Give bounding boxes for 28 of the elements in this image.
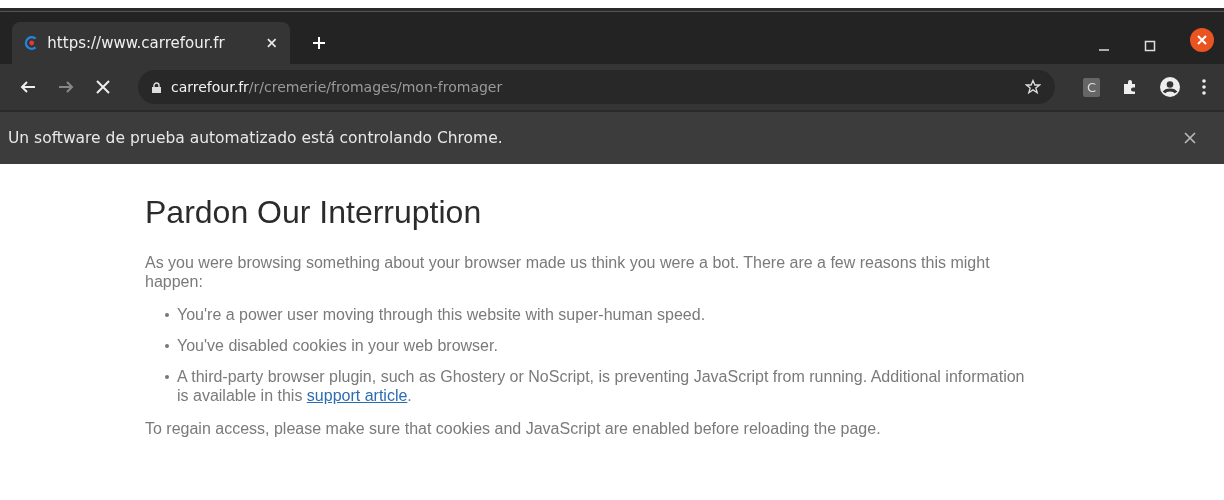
stop-icon[interactable] — [96, 80, 110, 94]
support-article-link[interactable]: support article — [306, 387, 408, 404]
forward-icon[interactable] — [58, 79, 74, 95]
new-tab-icon[interactable] — [312, 36, 326, 50]
reason-text: A third-party browser plugin, such as Ghostery or NoScript, is preventing JavaScript from running. Additional information is available in this support article. — [177, 367, 1025, 405]
close-icon[interactable] — [1184, 132, 1196, 144]
tab-title: https://www.carrefour.fr — [47, 34, 226, 52]
maximize-icon[interactable] — [1144, 40, 1156, 52]
browser-tab[interactable]: https://www.carrefour.fr — [12, 22, 290, 64]
lock-icon — [152, 81, 161, 93]
close-icon[interactable] — [1190, 28, 1214, 52]
bullet-icon — [165, 344, 169, 348]
reason-text: You've disabled cookies in your web browser. — [177, 336, 498, 355]
star-icon[interactable] — [1024, 79, 1041, 95]
extension-button[interactable]: C — [1082, 77, 1100, 97]
bullet-icon — [165, 375, 169, 379]
closing-paragraph: To regain access, please make sure that cookies and JavaScript are enabled before reloading the page. — [145, 419, 882, 438]
reason-text: You're a power user moving through this website with super-human speed. — [177, 305, 706, 324]
menu-icon[interactable] — [1202, 79, 1206, 95]
profile-icon[interactable] — [1160, 77, 1180, 97]
back-icon[interactable] — [20, 79, 36, 95]
address-bar[interactable]: carrefour.fr/r/cremerie/fromages/mon-fromager — [138, 70, 1055, 104]
infobar-message: Un software de prueba automatizado está controlando Chrome. — [8, 129, 503, 147]
intro-paragraph: As you were browsing something about your browser made us think you were a bot. There are a few reasons this might happen: — [145, 253, 991, 291]
puzzle-icon[interactable] — [1122, 79, 1138, 95]
page-heading: Pardon Our Interruption — [145, 194, 483, 231]
url-text: carrefour.fr/r/cremerie/fromages/mon-fromager — [171, 79, 503, 95]
bullet-icon — [165, 313, 169, 317]
